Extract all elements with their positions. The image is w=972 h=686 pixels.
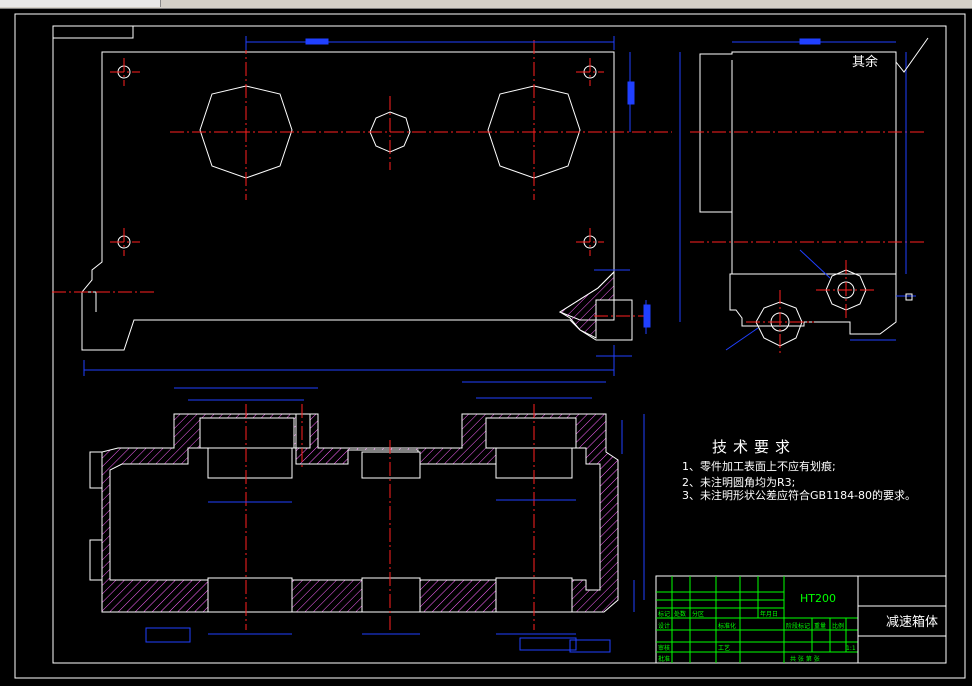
notes-title: 技术要求 bbox=[712, 438, 796, 456]
technical-requirements: 技术要求 1、零件加工表面上不应有划痕; 2、未注明圆角均为R3; 3、未注明形… bbox=[682, 438, 916, 502]
roughness-label: 其余 bbox=[852, 54, 878, 70]
title-cell: 设计 bbox=[658, 622, 670, 630]
surface-roughness-note: 其余 bbox=[852, 37, 929, 73]
title-cell: 分区 bbox=[692, 610, 704, 618]
title-cell: 标准化 bbox=[718, 622, 736, 630]
front-view[interactable] bbox=[80, 51, 633, 351]
front-view-centerlines bbox=[52, 40, 672, 317]
title-cell: 比例 bbox=[832, 622, 844, 630]
note-item: 3、未注明形状公差应符合GB1184-80的要求。 bbox=[682, 488, 916, 502]
side-view-dimensions bbox=[725, 38, 916, 351]
note-item: 1、零件加工表面上不应有划痕; bbox=[682, 459, 836, 473]
side-view-centerlines bbox=[690, 131, 926, 354]
drawing-canvas[interactable]: 其余 技术要求 1、零件加工表面上不应有划痕; 2、未注明圆角均为R3; 3、未… bbox=[0, 8, 972, 682]
toolbar-tab[interactable] bbox=[0, 0, 71, 7]
title-cell: 阶段标记 bbox=[786, 622, 810, 630]
title-cell: 标记 bbox=[658, 610, 670, 618]
note-item: 2、未注明圆角均为R3; bbox=[682, 475, 795, 489]
title-cell: 处数 bbox=[674, 610, 686, 618]
front-view-hatching bbox=[559, 270, 615, 339]
side-view[interactable] bbox=[699, 51, 897, 347]
toolbar-tab[interactable] bbox=[70, 0, 161, 7]
top-section-view[interactable] bbox=[89, 413, 619, 613]
title-cell: 批准 bbox=[658, 655, 670, 663]
title-cell: 审核 bbox=[658, 644, 670, 652]
title-cell: 重量 bbox=[814, 622, 826, 630]
material-label: HT200 bbox=[800, 592, 836, 605]
scale-value: 1:1 bbox=[846, 645, 856, 652]
title-cell: 工艺 bbox=[718, 644, 730, 652]
part-name: 减速箱体 bbox=[886, 614, 938, 630]
title-cell: 年月日 bbox=[760, 610, 778, 618]
sheet-label: 共 张 第 张 bbox=[790, 655, 820, 663]
